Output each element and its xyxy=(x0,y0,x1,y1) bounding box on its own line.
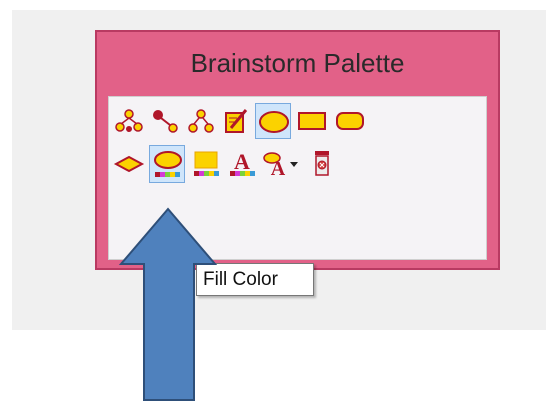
svg-text:A: A xyxy=(271,158,286,180)
note-edit-icon[interactable] xyxy=(219,104,253,138)
dropdown-arrow-icon[interactable] xyxy=(285,147,303,181)
rounded-rectangle-shape-icon[interactable] xyxy=(333,104,367,138)
fill-color-icon[interactable] xyxy=(149,145,185,183)
line-color-icon[interactable] xyxy=(189,147,223,181)
delete-icon[interactable] xyxy=(305,147,339,181)
connector-icon[interactable] xyxy=(148,104,182,138)
text-color-icon[interactable]: A xyxy=(225,147,259,181)
hierarchy-icon[interactable] xyxy=(184,104,218,138)
palette-title: Brainstorm Palette xyxy=(190,48,405,78)
oval-shape-icon[interactable] xyxy=(255,103,291,139)
rectangle-shape-icon[interactable] xyxy=(295,104,329,138)
pointer-arrow-icon xyxy=(118,207,218,401)
tree-icon[interactable] xyxy=(112,104,146,138)
svg-text:A: A xyxy=(234,149,250,174)
diamond-shape-icon[interactable] xyxy=(112,147,146,181)
